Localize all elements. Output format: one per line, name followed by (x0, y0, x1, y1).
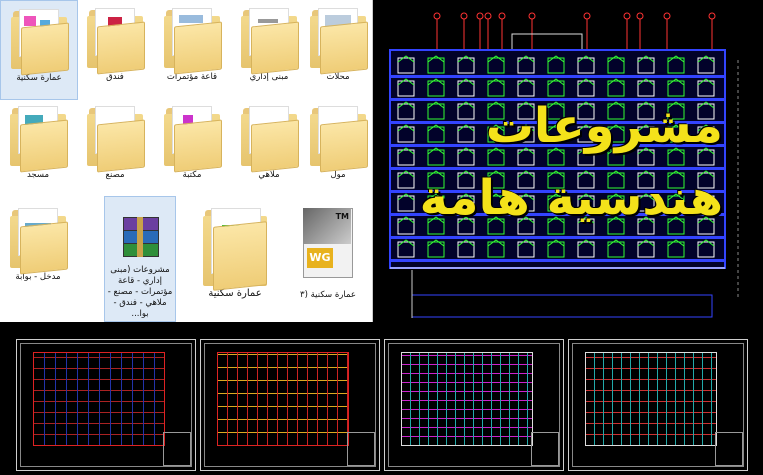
folder-item[interactable]: قاعة مؤتمرات (154, 0, 230, 83)
overlay-title-line1: مشروعات (485, 98, 723, 154)
folder-label: مصنع (105, 170, 125, 180)
folder-label: مكتبة (182, 170, 202, 180)
folder-item[interactable]: مبنى إداري (231, 0, 307, 83)
folder-icon (203, 206, 267, 291)
folder-label: مدخل - بوابة (15, 272, 61, 282)
cad-elevation-view: مشروعات هندسية هامة (371, 0, 763, 322)
folder-label: مبنى إداري (249, 72, 289, 82)
building-elevation-drawing (371, 0, 739, 322)
folder-item[interactable]: مكتبة (154, 98, 230, 181)
folder-icon (310, 6, 368, 75)
dwg-file-icon: TM WG (303, 208, 353, 278)
folder-item[interactable]: ملاهي (231, 98, 307, 181)
folder-icon (164, 104, 222, 173)
folder-item[interactable]: عمارة سكنية (190, 200, 280, 299)
folder-icon (87, 6, 145, 75)
winrar-archive-icon (123, 217, 159, 257)
folder-item[interactable]: مسجد (0, 98, 76, 181)
overlay-title-line2: هندسية هامة (419, 170, 723, 226)
folder-icon (241, 104, 299, 173)
folder-label: ملاهي (258, 170, 280, 180)
archive-label: مشروعات (مبنى إداري - قاعة مؤتمرات - مصن… (107, 265, 173, 319)
document-item[interactable]: TM WG عمارة سكنية (٣ (286, 200, 370, 301)
folder-label: محلات (326, 72, 350, 82)
folder-icon (87, 104, 145, 173)
folder-label: عمارة سكنية (16, 73, 62, 83)
folder-label: مسجد (26, 170, 50, 180)
folder-icon (310, 104, 368, 173)
folder-item[interactable]: مول (300, 98, 376, 181)
cad-plan-sheets (0, 322, 763, 475)
plan-sheet[interactable] (568, 339, 748, 471)
file-explorer-pane: عمارة سكنية فندق قاعة مؤتمرات مبنى إداري (0, 0, 372, 322)
folder-label: قاعة مؤتمرات (166, 72, 218, 82)
folder-label: عمارة سكنية (208, 288, 262, 299)
folder-item[interactable]: مصنع (77, 98, 153, 181)
plan-sheet[interactable] (16, 339, 196, 471)
archive-item[interactable]: مشروعات (مبنى إداري - قاعة مؤتمرات - مصن… (104, 196, 176, 322)
document-label: عمارة سكنية (٣ (300, 290, 356, 300)
plan-sheet[interactable] (200, 339, 380, 471)
floor-slab (390, 75, 725, 78)
folder-item[interactable]: محلات (300, 0, 376, 83)
floor-slab (390, 259, 725, 262)
floor-slab (390, 236, 725, 239)
folder-icon (241, 6, 299, 75)
folder-icon (10, 104, 68, 173)
folder-label: فندق (106, 72, 124, 82)
folder-item[interactable]: مدخل - بوابة (0, 200, 76, 283)
folder-icon (10, 206, 68, 275)
folder-item[interactable]: فندق (77, 0, 153, 83)
folder-label: مول (330, 170, 346, 180)
folder-icon (11, 7, 69, 76)
folder-item[interactable]: عمارة سكنية (0, 0, 78, 100)
folder-icon (164, 6, 222, 75)
plan-sheet[interactable] (384, 339, 564, 471)
